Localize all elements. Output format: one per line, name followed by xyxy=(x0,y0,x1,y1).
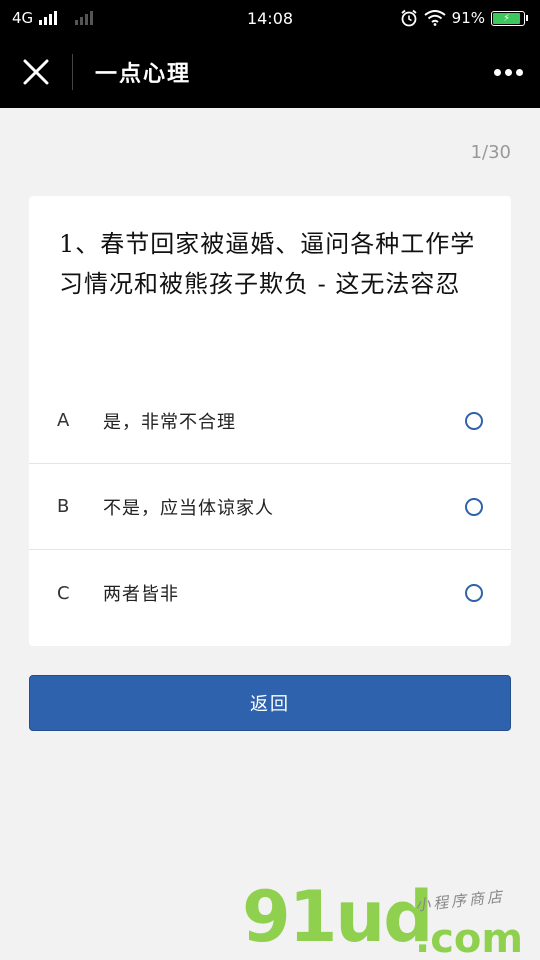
battery-icon: ⚡ xyxy=(491,10,528,26)
option-a[interactable]: A 是，非常不合理 xyxy=(29,378,511,464)
signal-sim2-icon xyxy=(75,11,94,25)
signal-icon xyxy=(39,11,58,25)
back-button[interactable]: 返回 xyxy=(29,675,511,731)
wifi-icon xyxy=(424,10,446,26)
alarm-icon xyxy=(401,9,417,27)
option-letter: B xyxy=(57,496,70,517)
watermark: 91ud 小程序商店 .com xyxy=(240,880,540,960)
option-label: 是，非常不合理 xyxy=(103,411,236,433)
radio-icon[interactable] xyxy=(465,497,483,516)
radio-icon[interactable] xyxy=(465,411,483,430)
option-label: 不是，应当体谅家人 xyxy=(103,497,274,519)
option-c[interactable]: C 两者皆非 xyxy=(29,550,511,636)
more-dots-icon xyxy=(493,68,501,76)
status-right: 91% ⚡ xyxy=(400,9,528,27)
question-progress: 1/30 xyxy=(470,142,511,163)
status-left: 4G xyxy=(12,9,94,27)
option-letter: A xyxy=(57,410,70,431)
nav-bar: 一点心理 xyxy=(0,36,540,108)
question-card: 1、春节回家被逼婚、逼问各种工作学习情况和被熊孩子欺负 - 这无法容忍 A 是，… xyxy=(29,196,511,646)
question-text: 1、春节回家被逼婚、逼问各种工作学习情况和被熊孩子欺负 - 这无法容忍 xyxy=(59,230,476,298)
status-bar: 4G 14:08 91% ⚡ xyxy=(0,0,540,36)
page-title: 一点心理 xyxy=(95,61,192,87)
nav-divider xyxy=(72,54,73,90)
option-label: 两者皆非 xyxy=(103,584,179,605)
watermark-logo: 91ud xyxy=(242,876,433,958)
option-letter: C xyxy=(57,582,70,604)
watermark-domain: .com xyxy=(415,916,524,960)
close-icon xyxy=(23,59,49,85)
option-b[interactable]: B 不是，应当体谅家人 xyxy=(29,464,511,550)
network-type: 4G xyxy=(12,9,34,27)
more-button[interactable] xyxy=(488,54,528,90)
radio-icon[interactable] xyxy=(465,584,483,602)
close-button[interactable] xyxy=(0,36,72,108)
battery-percent: 91% xyxy=(451,9,485,27)
